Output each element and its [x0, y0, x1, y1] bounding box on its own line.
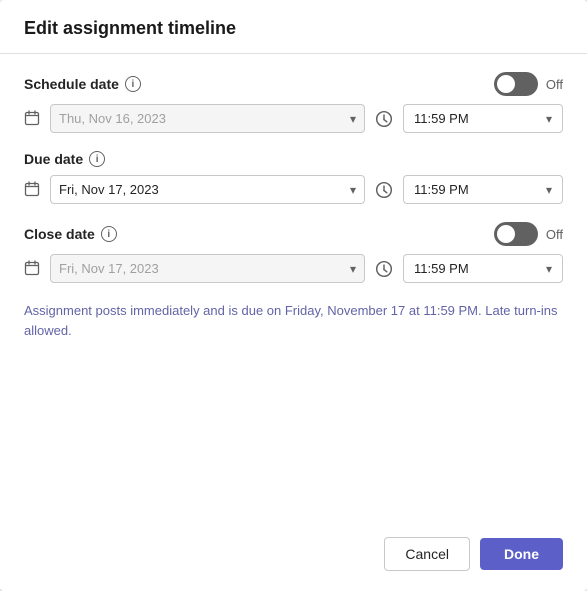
schedule-time-clock-icon	[375, 108, 393, 129]
due-date-info-icon[interactable]: i	[89, 151, 105, 167]
dialog-body: Schedule date i Off Thu,	[0, 54, 587, 521]
close-date-label: Close date	[24, 226, 95, 242]
schedule-date-label-group: Schedule date i	[24, 76, 141, 92]
schedule-time-chevron-icon: ▾	[546, 112, 552, 126]
close-date-time-row: Fri, Nov 17, 2023 ▾ 11:59 PM ▾	[24, 254, 563, 283]
edit-assignment-timeline-dialog: Edit assignment timeline Schedule date i…	[0, 0, 587, 591]
cancel-button[interactable]: Cancel	[384, 537, 470, 571]
close-time-clock-icon	[375, 258, 393, 279]
schedule-date-toggle-knob	[497, 75, 515, 93]
schedule-date-field[interactable]: Thu, Nov 16, 2023 ▾	[50, 104, 365, 133]
close-date-toggle-knob	[497, 225, 515, 243]
close-date-value: Fri, Nov 17, 2023	[59, 261, 342, 276]
schedule-date-toggle-label: Off	[546, 77, 563, 92]
close-time-value: 11:59 PM	[414, 261, 536, 276]
due-date-time-row: Fri, Nov 17, 2023 ▾ 11:59 PM ▾	[24, 175, 563, 204]
close-date-field[interactable]: Fri, Nov 17, 2023 ▾	[50, 254, 365, 283]
due-time-chevron-icon: ▾	[546, 183, 552, 197]
schedule-date-value: Thu, Nov 16, 2023	[59, 111, 342, 126]
schedule-date-toggle-group: Off	[494, 72, 563, 96]
schedule-date-toggle[interactable]	[494, 72, 538, 96]
schedule-time-value: 11:59 PM	[414, 111, 536, 126]
close-date-toggle-label: Off	[546, 227, 563, 242]
due-date-calendar-icon	[24, 181, 40, 199]
due-time-clock-icon	[375, 179, 393, 200]
due-date-label-row: Due date i	[24, 151, 563, 167]
close-date-calendar-icon	[24, 260, 40, 278]
dialog-title: Edit assignment timeline	[24, 18, 236, 38]
due-time-value: 11:59 PM	[414, 182, 536, 197]
close-time-chevron-icon: ▾	[546, 262, 552, 276]
schedule-time-field[interactable]: 11:59 PM ▾	[403, 104, 563, 133]
close-date-label-row: Close date i Off	[24, 222, 563, 246]
close-date-label-group: Close date i	[24, 226, 117, 242]
close-date-toggle-group: Off	[494, 222, 563, 246]
close-date-toggle[interactable]	[494, 222, 538, 246]
dialog-footer: Cancel Done	[0, 521, 587, 591]
schedule-date-info-icon[interactable]: i	[125, 76, 141, 92]
schedule-date-chevron-icon: ▾	[350, 112, 356, 126]
due-date-value: Fri, Nov 17, 2023	[59, 182, 342, 197]
due-date-label-group: Due date i	[24, 151, 105, 167]
close-time-field[interactable]: 11:59 PM ▾	[403, 254, 563, 283]
close-date-info-icon[interactable]: i	[101, 226, 117, 242]
due-date-field[interactable]: Fri, Nov 17, 2023 ▾	[50, 175, 365, 204]
due-time-field[interactable]: 11:59 PM ▾	[403, 175, 563, 204]
schedule-date-label: Schedule date	[24, 76, 119, 92]
schedule-date-time-row: Thu, Nov 16, 2023 ▾ 11:59 PM ▾	[24, 104, 563, 133]
info-message: Assignment posts immediately and is due …	[24, 301, 563, 340]
schedule-date-calendar-icon	[24, 110, 40, 128]
due-date-chevron-icon: ▾	[350, 183, 356, 197]
done-button[interactable]: Done	[480, 538, 563, 570]
close-date-chevron-icon: ▾	[350, 262, 356, 276]
due-date-label: Due date	[24, 151, 83, 167]
schedule-date-label-row: Schedule date i Off	[24, 72, 563, 96]
dialog-header: Edit assignment timeline	[0, 0, 587, 54]
